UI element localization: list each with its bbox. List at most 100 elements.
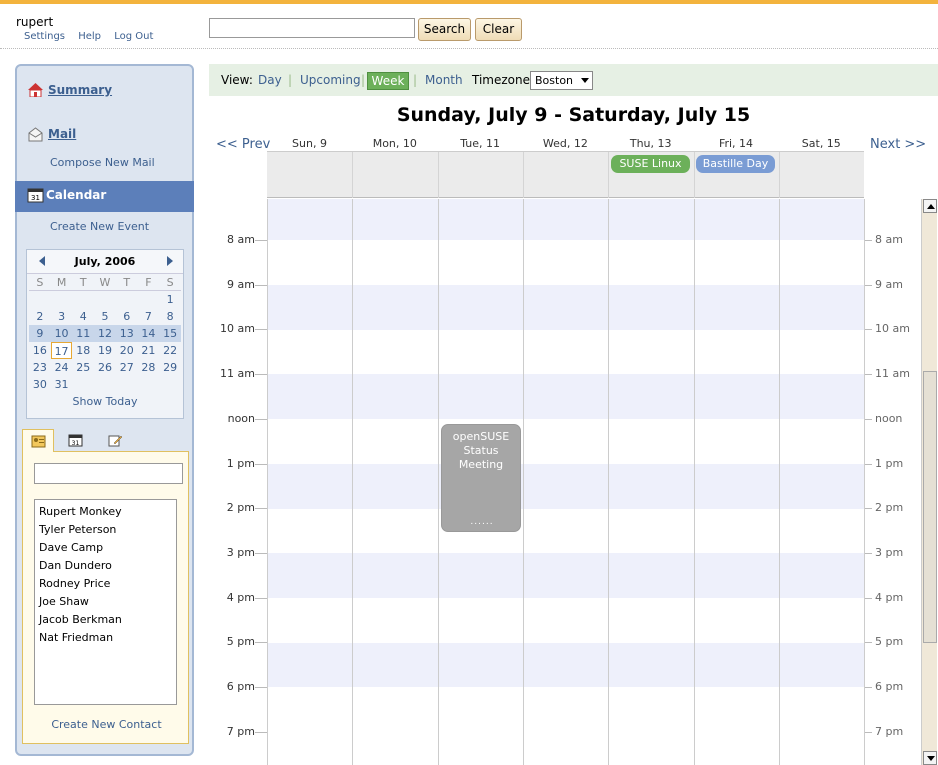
column-divider	[608, 199, 609, 765]
timezone-select[interactable]: Boston	[530, 71, 593, 90]
hour-tick	[255, 419, 267, 420]
mini-calendar-day[interactable]: 3	[51, 308, 73, 325]
contact-list-item[interactable]: Rodney Price	[35, 575, 176, 593]
help-link[interactable]: Help	[78, 31, 101, 42]
hour-tick	[864, 285, 872, 286]
mini-calendar-day[interactable]: 27	[116, 359, 138, 376]
mini-calendar-day[interactable]: 19	[94, 342, 116, 359]
search-input[interactable]	[209, 18, 415, 38]
column-divider	[694, 152, 695, 198]
event-opensuse-status-meeting[interactable]: openSUSE Status Meeting ......	[441, 424, 521, 532]
hour-label: 4 pm	[226, 591, 255, 604]
mini-calendar-day[interactable]: 25	[72, 359, 94, 376]
view-upcoming-link[interactable]: Upcoming	[300, 73, 361, 87]
contact-filter-input[interactable]	[34, 463, 183, 484]
mini-calendar-day[interactable]: 26	[94, 359, 116, 376]
mini-calendar-day[interactable]: 20	[116, 342, 138, 359]
username: rupert	[16, 15, 54, 29]
mini-calendar-day[interactable]: 5	[94, 308, 116, 325]
contact-list-item[interactable]: Tyler Peterson	[35, 521, 176, 539]
mini-calendar-day[interactable]: 6	[116, 308, 138, 325]
view-day-link[interactable]: Day	[258, 73, 282, 87]
header: rupert Settings Help Log Out Search Clea…	[0, 4, 938, 48]
mini-calendar-day[interactable]: 7	[138, 308, 160, 325]
header-links: Settings Help Log Out	[24, 31, 163, 42]
mini-calendar-day[interactable]: 17	[50, 342, 73, 359]
compose-mail-link[interactable]: Compose New Mail	[50, 156, 155, 169]
hour-tick	[864, 732, 872, 733]
mini-calendar-weekday: F	[137, 274, 160, 291]
all-day-event-suse-linux[interactable]: SUSE Linux	[611, 155, 690, 173]
contact-list-item[interactable]: Dan Dundero	[35, 557, 176, 575]
mini-calendar-day[interactable]: 10	[50, 325, 73, 342]
search-button[interactable]: Search	[418, 18, 471, 41]
calendar-nav-selected[interactable]: 31 Calendar	[15, 181, 194, 212]
mini-calendar-day[interactable]: 23	[29, 359, 51, 376]
mini-calendar-day[interactable]: 13	[115, 325, 138, 342]
show-today-link[interactable]: Show Today	[27, 395, 183, 408]
logout-link[interactable]: Log Out	[114, 31, 153, 42]
hour-label-right: 8 am	[875, 233, 903, 246]
mini-calendar-day[interactable]: 2	[29, 308, 51, 325]
mini-calendar-day[interactable]: 15	[159, 325, 181, 342]
day-header[interactable]: Mon, 10	[352, 137, 437, 150]
mini-calendar-day[interactable]: 18	[72, 342, 94, 359]
calendar-icon: 31	[27, 188, 44, 203]
clear-button[interactable]: Clear	[475, 18, 522, 41]
day-header[interactable]: Wed, 12	[523, 137, 608, 150]
column-divider	[352, 152, 353, 198]
scroll-up-arrow-icon[interactable]	[923, 199, 937, 213]
contact-list-item[interactable]: Joe Shaw	[35, 593, 176, 611]
day-header[interactable]: Sun, 9	[267, 137, 352, 150]
mini-calendar-day[interactable]: 24	[51, 359, 73, 376]
mini-calendar-day[interactable]: 11	[72, 325, 95, 342]
contact-card-icon	[31, 435, 46, 448]
mini-calendar-day[interactable]: 28	[138, 359, 160, 376]
contact-list-item[interactable]: Nat Friedman	[35, 629, 176, 647]
create-event-link[interactable]: Create New Event	[50, 220, 149, 233]
create-contact-link[interactable]: Create New Contact	[23, 718, 190, 731]
view-month-link[interactable]: Month	[425, 73, 463, 87]
mini-calendar-day[interactable]: 1	[159, 291, 181, 308]
day-header[interactable]: Fri, 14	[694, 137, 779, 150]
next-week-link[interactable]: Next >>	[870, 137, 926, 152]
mini-calendar-day[interactable]: 29	[159, 359, 181, 376]
prev-month-arrow-icon[interactable]	[39, 256, 45, 266]
contact-list-item[interactable]: Jacob Berkman	[35, 611, 176, 629]
mini-calendar-day[interactable]: 16	[29, 342, 51, 359]
prev-week-link[interactable]: << Prev	[216, 137, 270, 152]
vertical-scrollbar[interactable]	[921, 199, 937, 765]
day-header[interactable]: Thu, 13	[608, 137, 693, 150]
mini-calendar-day[interactable]: 4	[72, 308, 94, 325]
mini-calendar-grid: S M T W T F S 1 2 3 4 5 6 7 8 9 10 11 12 13 14 15 16 17 18 19 20 21…	[27, 274, 183, 393]
contact-list[interactable]: Rupert Monkey Tyler Peterson Dave Camp Dan …	[34, 499, 177, 705]
day-header[interactable]: Tue, 11	[438, 137, 523, 150]
mail-link[interactable]: Mail	[48, 127, 76, 141]
tab-contacts[interactable]	[22, 429, 54, 452]
mini-calendar-day[interactable]: 12	[94, 325, 116, 342]
scrollbar-thumb[interactable]	[923, 371, 937, 643]
mini-calendar-day[interactable]: 30	[29, 376, 51, 393]
week-time-grid[interactable]: 8 am 8 am 9 am 9 am 10 am 10 am 11 am 11 am noon…	[209, 199, 921, 765]
contact-list-item[interactable]: Rupert Monkey	[35, 503, 176, 521]
tab-notes[interactable]	[100, 429, 132, 452]
mini-calendar-day[interactable]: 31	[51, 376, 73, 393]
hour-label-right: 11 am	[875, 367, 910, 380]
settings-link[interactable]: Settings	[24, 31, 65, 42]
mini-calendar-day[interactable]: 14	[137, 325, 160, 342]
hour-tick	[255, 329, 267, 330]
mini-calendar-day[interactable]: 22	[159, 342, 181, 359]
view-week-button[interactable]: Week	[367, 72, 409, 90]
scroll-down-arrow-icon[interactable]	[923, 751, 937, 765]
contact-list-item[interactable]: Dave Camp	[35, 539, 176, 557]
mini-calendar-day[interactable]: 9	[29, 325, 51, 342]
summary-link[interactable]: Summary	[48, 83, 112, 97]
mini-calendar-day[interactable]: 21	[138, 342, 160, 359]
next-month-arrow-icon[interactable]	[167, 256, 173, 266]
tab-calendar[interactable]: 31	[60, 429, 92, 452]
mini-calendar-day[interactable]: 8	[159, 308, 181, 325]
all-day-event-bastille-day[interactable]: Bastille Day	[696, 155, 775, 173]
event-resize-handle[interactable]: ......	[442, 515, 522, 529]
mail-icon	[28, 127, 43, 142]
day-header[interactable]: Sat, 15	[779, 137, 864, 150]
